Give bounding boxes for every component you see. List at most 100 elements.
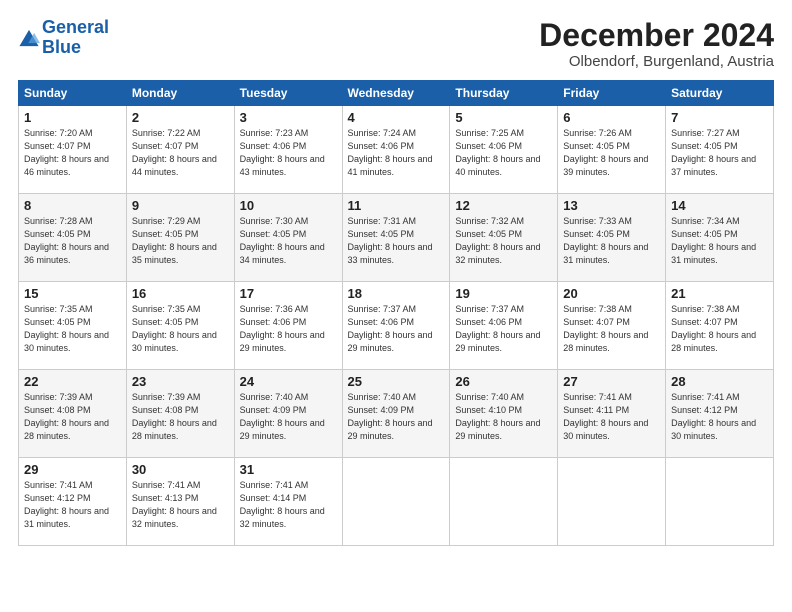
day-info: Sunrise: 7:39 AMSunset: 4:08 PMDaylight:… — [24, 392, 109, 441]
day-number: 21 — [671, 286, 768, 301]
col-friday: Friday — [558, 81, 666, 106]
day-number: 8 — [24, 198, 121, 213]
logo-line1: General — [42, 17, 109, 37]
day-number: 28 — [671, 374, 768, 389]
page: General Blue December 2024 Olbendorf, Bu… — [0, 0, 792, 558]
day-info: Sunrise: 7:40 AMSunset: 4:09 PMDaylight:… — [348, 392, 433, 441]
col-thursday: Thursday — [450, 81, 558, 106]
table-row: 25 Sunrise: 7:40 AMSunset: 4:09 PMDaylig… — [342, 370, 450, 458]
day-info: Sunrise: 7:27 AMSunset: 4:05 PMDaylight:… — [671, 128, 756, 177]
day-number: 5 — [455, 110, 552, 125]
day-number: 4 — [348, 110, 445, 125]
day-number: 10 — [240, 198, 337, 213]
table-row: 12 Sunrise: 7:32 AMSunset: 4:05 PMDaylig… — [450, 194, 558, 282]
logo-icon — [18, 27, 40, 49]
day-info: Sunrise: 7:29 AMSunset: 4:05 PMDaylight:… — [132, 216, 217, 265]
day-number: 25 — [348, 374, 445, 389]
logo-text: General Blue — [42, 18, 109, 58]
day-info: Sunrise: 7:24 AMSunset: 4:06 PMDaylight:… — [348, 128, 433, 177]
day-number: 15 — [24, 286, 121, 301]
table-row: 24 Sunrise: 7:40 AMSunset: 4:09 PMDaylig… — [234, 370, 342, 458]
table-row: 26 Sunrise: 7:40 AMSunset: 4:10 PMDaylig… — [450, 370, 558, 458]
table-row: 8 Sunrise: 7:28 AMSunset: 4:05 PMDayligh… — [19, 194, 127, 282]
day-number: 16 — [132, 286, 229, 301]
day-info: Sunrise: 7:41 AMSunset: 4:11 PMDaylight:… — [563, 392, 648, 441]
calendar-week-row: 1 Sunrise: 7:20 AMSunset: 4:07 PMDayligh… — [19, 106, 774, 194]
day-info: Sunrise: 7:34 AMSunset: 4:05 PMDaylight:… — [671, 216, 756, 265]
table-row: 31 Sunrise: 7:41 AMSunset: 4:14 PMDaylig… — [234, 458, 342, 546]
day-number: 9 — [132, 198, 229, 213]
day-number: 1 — [24, 110, 121, 125]
table-row: 10 Sunrise: 7:30 AMSunset: 4:05 PMDaylig… — [234, 194, 342, 282]
day-number: 26 — [455, 374, 552, 389]
day-info: Sunrise: 7:32 AMSunset: 4:05 PMDaylight:… — [455, 216, 540, 265]
day-number: 2 — [132, 110, 229, 125]
table-row: 3 Sunrise: 7:23 AMSunset: 4:06 PMDayligh… — [234, 106, 342, 194]
table-row: 15 Sunrise: 7:35 AMSunset: 4:05 PMDaylig… — [19, 282, 127, 370]
day-info: Sunrise: 7:35 AMSunset: 4:05 PMDaylight:… — [24, 304, 109, 353]
day-number: 19 — [455, 286, 552, 301]
day-number: 30 — [132, 462, 229, 477]
table-row: 7 Sunrise: 7:27 AMSunset: 4:05 PMDayligh… — [666, 106, 774, 194]
table-row: 11 Sunrise: 7:31 AMSunset: 4:05 PMDaylig… — [342, 194, 450, 282]
month-title: December 2024 — [539, 18, 774, 53]
day-number: 12 — [455, 198, 552, 213]
table-row — [558, 458, 666, 546]
day-info: Sunrise: 7:25 AMSunset: 4:06 PMDaylight:… — [455, 128, 540, 177]
table-row: 6 Sunrise: 7:26 AMSunset: 4:05 PMDayligh… — [558, 106, 666, 194]
day-info: Sunrise: 7:31 AMSunset: 4:05 PMDaylight:… — [348, 216, 433, 265]
table-row: 28 Sunrise: 7:41 AMSunset: 4:12 PMDaylig… — [666, 370, 774, 458]
day-number: 23 — [132, 374, 229, 389]
day-number: 6 — [563, 110, 660, 125]
col-sunday: Sunday — [19, 81, 127, 106]
day-number: 17 — [240, 286, 337, 301]
table-row — [666, 458, 774, 546]
header: General Blue December 2024 Olbendorf, Bu… — [18, 18, 774, 70]
table-row: 29 Sunrise: 7:41 AMSunset: 4:12 PMDaylig… — [19, 458, 127, 546]
col-monday: Monday — [126, 81, 234, 106]
calendar-header-row: Sunday Monday Tuesday Wednesday Thursday… — [19, 81, 774, 106]
day-number: 24 — [240, 374, 337, 389]
day-info: Sunrise: 7:26 AMSunset: 4:05 PMDaylight:… — [563, 128, 648, 177]
table-row: 5 Sunrise: 7:25 AMSunset: 4:06 PMDayligh… — [450, 106, 558, 194]
table-row: 2 Sunrise: 7:22 AMSunset: 4:07 PMDayligh… — [126, 106, 234, 194]
calendar-table: Sunday Monday Tuesday Wednesday Thursday… — [18, 80, 774, 546]
day-info: Sunrise: 7:37 AMSunset: 4:06 PMDaylight:… — [455, 304, 540, 353]
day-number: 14 — [671, 198, 768, 213]
day-info: Sunrise: 7:41 AMSunset: 4:12 PMDaylight:… — [671, 392, 756, 441]
day-info: Sunrise: 7:20 AMSunset: 4:07 PMDaylight:… — [24, 128, 109, 177]
table-row: 14 Sunrise: 7:34 AMSunset: 4:05 PMDaylig… — [666, 194, 774, 282]
day-number: 7 — [671, 110, 768, 125]
day-number: 11 — [348, 198, 445, 213]
table-row: 30 Sunrise: 7:41 AMSunset: 4:13 PMDaylig… — [126, 458, 234, 546]
table-row: 13 Sunrise: 7:33 AMSunset: 4:05 PMDaylig… — [558, 194, 666, 282]
logo-line2: Blue — [42, 37, 81, 57]
day-number: 29 — [24, 462, 121, 477]
calendar-week-row: 15 Sunrise: 7:35 AMSunset: 4:05 PMDaylig… — [19, 282, 774, 370]
table-row: 19 Sunrise: 7:37 AMSunset: 4:06 PMDaylig… — [450, 282, 558, 370]
day-number: 3 — [240, 110, 337, 125]
table-row: 18 Sunrise: 7:37 AMSunset: 4:06 PMDaylig… — [342, 282, 450, 370]
day-number: 18 — [348, 286, 445, 301]
col-saturday: Saturday — [666, 81, 774, 106]
day-number: 22 — [24, 374, 121, 389]
day-info: Sunrise: 7:39 AMSunset: 4:08 PMDaylight:… — [132, 392, 217, 441]
day-number: 27 — [563, 374, 660, 389]
logo: General Blue — [18, 18, 109, 58]
table-row: 9 Sunrise: 7:29 AMSunset: 4:05 PMDayligh… — [126, 194, 234, 282]
table-row — [450, 458, 558, 546]
calendar-week-row: 29 Sunrise: 7:41 AMSunset: 4:12 PMDaylig… — [19, 458, 774, 546]
day-info: Sunrise: 7:38 AMSunset: 4:07 PMDaylight:… — [563, 304, 648, 353]
day-info: Sunrise: 7:40 AMSunset: 4:10 PMDaylight:… — [455, 392, 540, 441]
day-info: Sunrise: 7:23 AMSunset: 4:06 PMDaylight:… — [240, 128, 325, 177]
table-row: 20 Sunrise: 7:38 AMSunset: 4:07 PMDaylig… — [558, 282, 666, 370]
day-number: 13 — [563, 198, 660, 213]
table-row: 1 Sunrise: 7:20 AMSunset: 4:07 PMDayligh… — [19, 106, 127, 194]
calendar-week-row: 8 Sunrise: 7:28 AMSunset: 4:05 PMDayligh… — [19, 194, 774, 282]
location-title: Olbendorf, Burgenland, Austria — [539, 53, 774, 70]
day-info: Sunrise: 7:36 AMSunset: 4:06 PMDaylight:… — [240, 304, 325, 353]
col-wednesday: Wednesday — [342, 81, 450, 106]
day-number: 20 — [563, 286, 660, 301]
table-row: 16 Sunrise: 7:35 AMSunset: 4:05 PMDaylig… — [126, 282, 234, 370]
day-info: Sunrise: 7:41 AMSunset: 4:13 PMDaylight:… — [132, 480, 217, 529]
